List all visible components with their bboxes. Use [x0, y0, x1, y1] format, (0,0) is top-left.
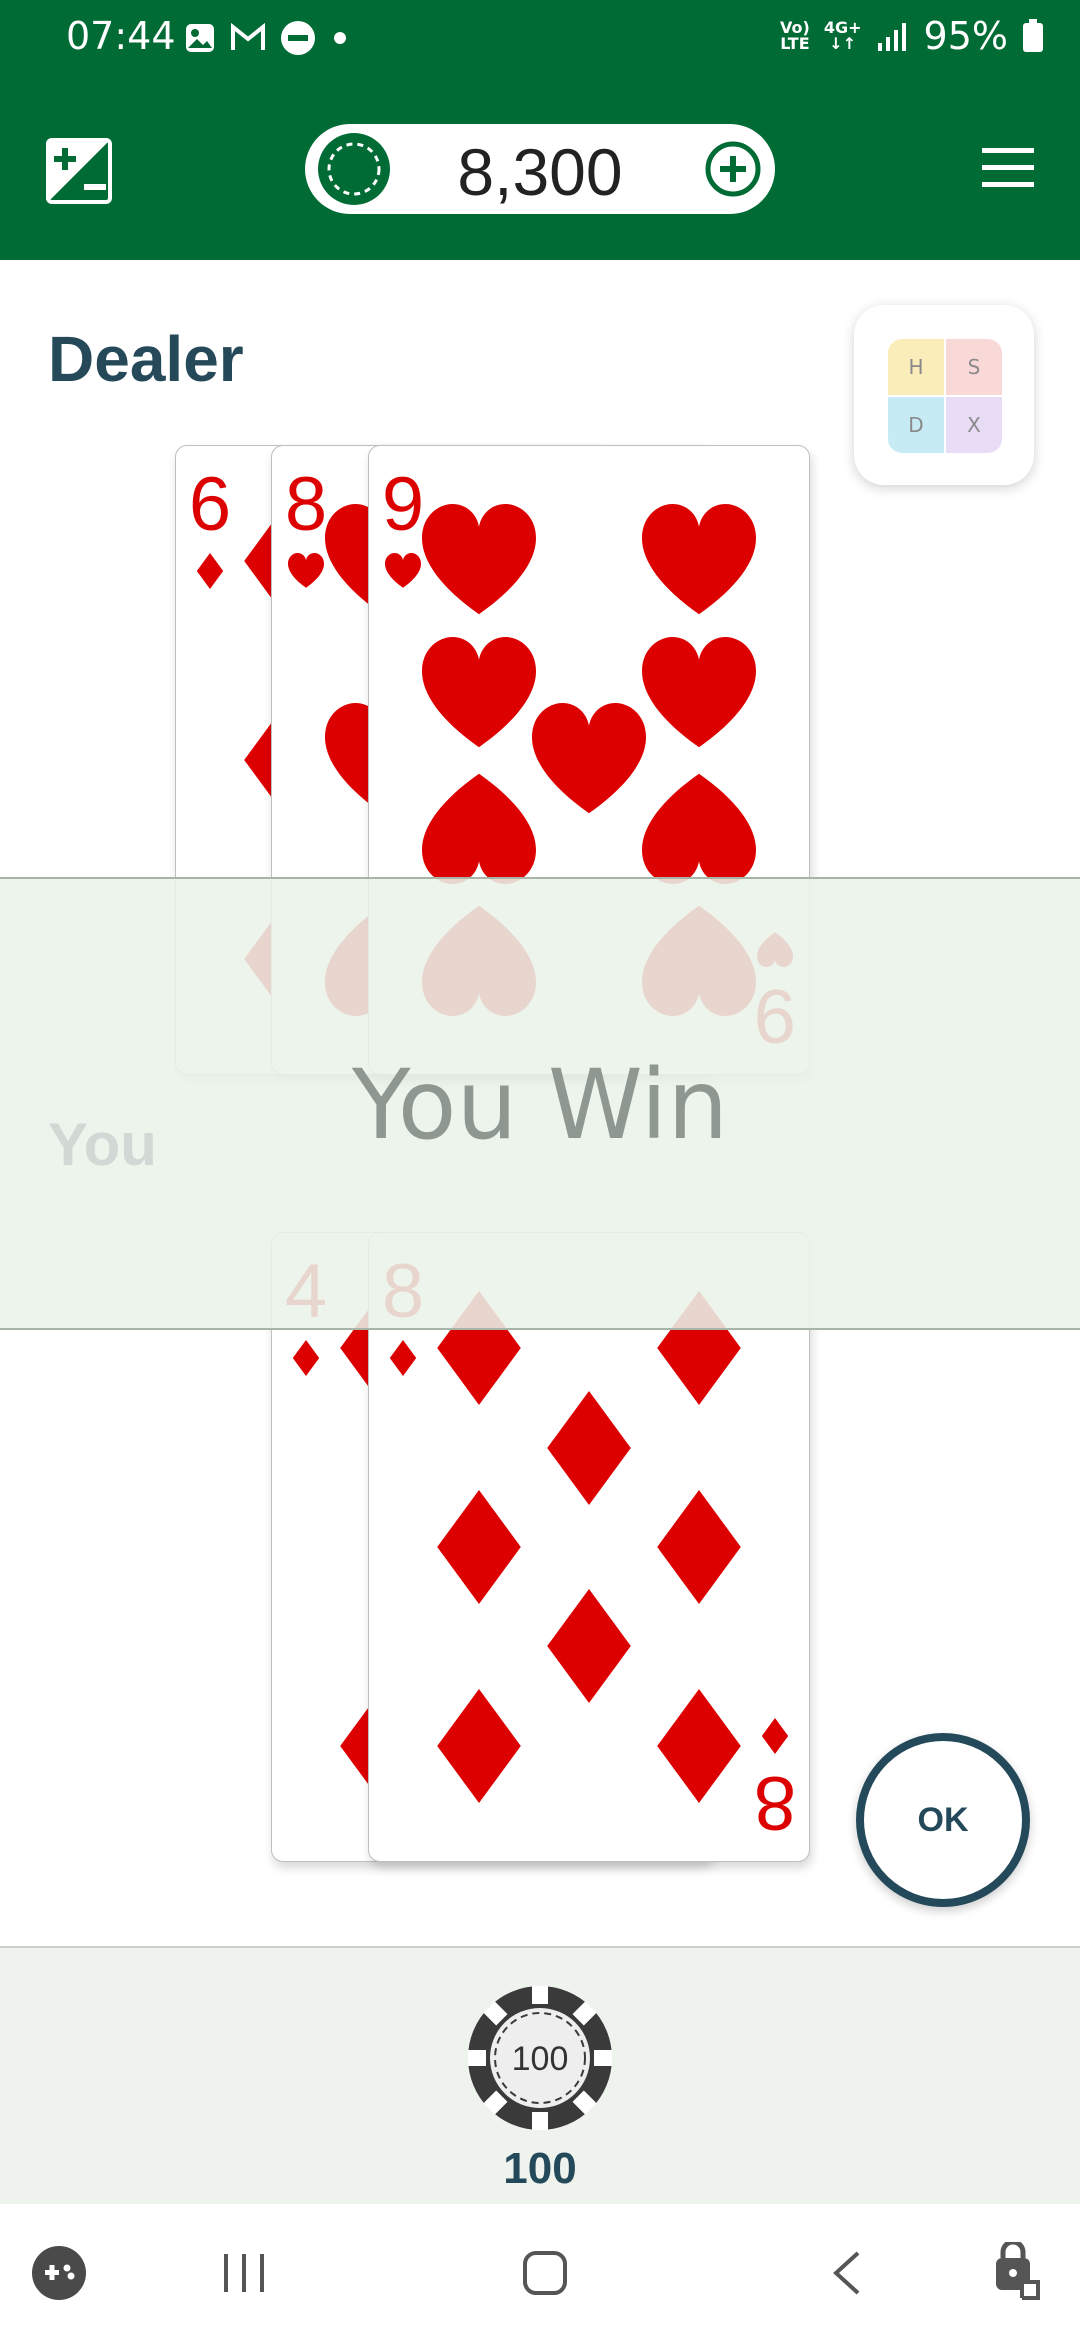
heart-pip-icon	[422, 773, 536, 884]
signal-icon	[877, 23, 906, 51]
battery-percent: 95%	[923, 14, 1008, 58]
hamburger-menu-icon[interactable]	[980, 146, 1036, 190]
status-bar: 07:44 Vo) LTE 4G+ ↓↑ 95%	[0, 0, 1080, 80]
diamond-pip-icon	[437, 1490, 521, 1604]
diamond-pip-icon	[657, 1689, 741, 1803]
gmail-icon	[231, 23, 265, 50]
diamond-pip-icon	[547, 1589, 631, 1703]
card-suit-index-icon	[288, 553, 324, 588]
card-suit-index-icon	[196, 553, 224, 589]
bet-chip[interactable]: 100	[466, 1984, 614, 2132]
coin-balance: 8,300	[305, 124, 775, 214]
strategy-grid: H S D X	[888, 339, 1002, 453]
card-suit-index-icon	[292, 1340, 320, 1376]
data-indicator: 4G+ ↓↑	[823, 18, 862, 53]
result-banner: You Win	[0, 877, 1080, 1330]
diamond-pip-icon	[657, 1490, 741, 1604]
card-rank-top: 8	[285, 462, 327, 547]
card-suit-index-icon	[385, 553, 421, 588]
card-suit-index-icon	[389, 1340, 417, 1376]
more-notifications-dot-icon	[334, 32, 346, 44]
status-time: 07:44	[66, 14, 176, 58]
ok-button[interactable]: OK	[856, 1733, 1030, 1907]
strategy-chart-button[interactable]: H S D X	[854, 305, 1034, 485]
game-launcher-icon[interactable]	[30, 2244, 88, 2302]
recent-apps-icon[interactable]	[220, 2252, 268, 2294]
heart-pip-icon	[422, 637, 536, 748]
system-status: Vo) LTE 4G+ ↓↑ 95%	[780, 14, 1044, 58]
back-icon[interactable]	[830, 2250, 864, 2296]
notification-icons	[184, 20, 350, 56]
result-message: You Win	[351, 1049, 729, 1161]
card-rank-top: 9	[382, 462, 424, 547]
touch-lock-icon[interactable]	[992, 2242, 1048, 2302]
diamond-pip-icon	[547, 1391, 631, 1505]
card-rank-bottom: 8	[754, 1760, 796, 1845]
heart-pip-icon	[642, 637, 756, 748]
strategy-cell-hit: H	[888, 339, 944, 395]
card-rank-top: 6	[189, 462, 231, 547]
strategy-cell-split: X	[946, 397, 1002, 453]
heart-pip-icon	[422, 504, 536, 615]
strategy-cell-double: D	[888, 397, 944, 453]
heart-pip-icon	[642, 504, 756, 615]
diamond-pip-icon	[437, 1689, 521, 1803]
add-circle-icon[interactable]	[705, 141, 761, 197]
bet-chip-value: 100	[512, 2040, 569, 2078]
gallery-icon	[186, 24, 214, 52]
exposure-icon[interactable]	[44, 136, 114, 206]
heart-pip-icon	[642, 773, 756, 884]
bet-bar: 100 100	[0, 1946, 1080, 2206]
card-index-bottom: 8	[754, 1718, 796, 1845]
home-icon[interactable]	[522, 2250, 568, 2296]
strategy-cell-stand: S	[946, 339, 1002, 395]
system-nav-bar	[0, 2204, 1080, 2340]
app-bar: 8,300	[0, 80, 1080, 260]
battery-icon	[1023, 19, 1043, 52]
do-not-disturb-icon	[281, 21, 315, 55]
card-suit-index-icon	[761, 1718, 789, 1754]
dealer-label: Dealer	[48, 323, 244, 395]
player-label: You	[48, 1111, 157, 1178]
heart-pip-icon	[532, 703, 646, 814]
volte-indicator: Vo) LTE	[780, 18, 810, 53]
bet-amount: 100	[503, 2144, 577, 2193]
